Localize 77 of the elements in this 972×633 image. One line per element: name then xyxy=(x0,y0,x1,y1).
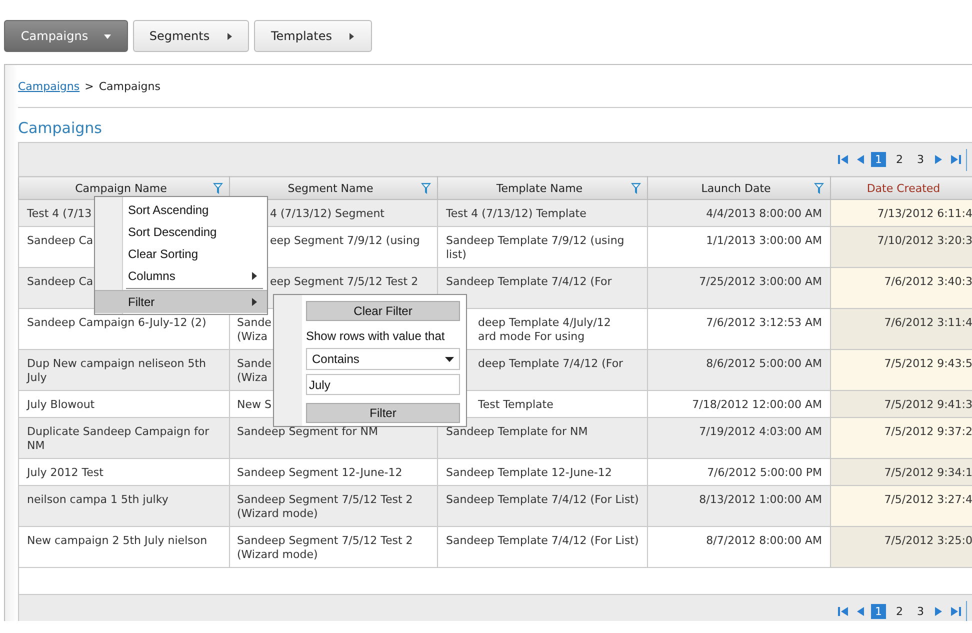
table-cell: 7/6/2012 3:40:3 xyxy=(830,268,972,308)
table-cell: Sandeep Segment 7/5/12 Test 2 (Wizard mode) xyxy=(230,526,438,568)
operator-dropdown[interactable]: Contains xyxy=(306,348,460,370)
column-header[interactable]: Launch Date xyxy=(648,176,830,200)
table-cell: 7/5/2012 9:43:5 xyxy=(830,350,972,390)
table-cell: Sandeep Template for NM xyxy=(438,418,648,458)
table-cell: 7/6/2012 3:12:53 AM xyxy=(648,308,830,350)
next-page-icon[interactable] xyxy=(934,154,944,165)
column-header[interactable]: Segment Name xyxy=(230,176,438,200)
filter-icon[interactable] xyxy=(421,182,431,194)
page-number[interactable]: 2 xyxy=(892,604,907,619)
page-number[interactable]: 3 xyxy=(913,152,928,167)
table-cell: 7/5/2012 9:41:3 xyxy=(830,390,972,418)
table-cell: Sandeep Segment 12-June-12 xyxy=(230,458,438,486)
page-number[interactable]: 1 xyxy=(871,152,886,167)
page-number[interactable]: 3 xyxy=(913,604,928,619)
last-page-icon[interactable] xyxy=(950,154,962,165)
breadcrumb-current: Campaigns xyxy=(98,80,160,95)
table-cell: Sandeep Template 7/4/12 (For List) xyxy=(438,526,648,568)
column-header[interactable]: Template Name xyxy=(438,176,648,200)
table-cell: 8/7/2012 8:00:00 AM xyxy=(648,526,830,568)
table-cell: 7/10/2012 3:20:3 xyxy=(830,226,972,268)
table-cell: Sandeep Template 7/4/12 (For List) xyxy=(438,486,648,526)
filter-value-field[interactable]: July xyxy=(306,374,460,395)
table-cell: 7/5/2012 9:37:2 xyxy=(830,418,972,458)
table-cell: Sandeep Template 7/9/12 (using list) xyxy=(438,226,648,268)
table-cell: July Blowout xyxy=(18,390,230,418)
table-cell: July 2012 Test xyxy=(18,458,230,486)
column-header[interactable]: Date Created xyxy=(830,176,972,200)
table-cell: 4/4/2013 8:00:00 AM xyxy=(648,200,830,226)
dropdown-caret-icon[interactable] xyxy=(445,356,454,362)
table-cell: 7/5/2012 9:34:1 xyxy=(830,458,972,486)
filter-icon[interactable] xyxy=(814,182,824,194)
page-title: Campaigns xyxy=(18,119,104,139)
table-cell: 7/6/2012 5:00:00 PM xyxy=(648,458,830,486)
table-cell: 7/5/2012 3:27:4 xyxy=(830,486,972,526)
nav-tab[interactable]: Templates xyxy=(254,20,372,52)
previous-page-icon[interactable] xyxy=(855,606,865,617)
breadcrumb-separator: > xyxy=(84,80,94,95)
page-number[interactable]: 1 xyxy=(871,604,886,619)
table-cell: 8/6/2012 5:00:00 AM xyxy=(648,350,830,390)
table-cell: neilson campa 1 5th julky xyxy=(18,486,230,526)
nav-tab[interactable]: Campaigns xyxy=(4,20,128,52)
nav-tab[interactable]: Segments xyxy=(133,20,249,52)
table-cell: New campaign 2 5th July nielson xyxy=(18,526,230,568)
submenu-arrow-icon[interactable] xyxy=(252,272,257,280)
caret-icon xyxy=(226,32,233,40)
table-cell: 7/5/2012 3:25:0 xyxy=(830,526,972,568)
table-cell: Sandeep Template 7/4/12 (For xyxy=(438,268,648,308)
page-number[interactable]: 2 xyxy=(892,152,907,167)
caret-icon xyxy=(348,32,355,40)
table-cell: Duplicate Sandeep Campaign for NM xyxy=(18,418,230,458)
table-cell: 1/1/2013 3:00:00 AM xyxy=(648,226,830,268)
table-cell: Dup New campaign neliseon 5th July xyxy=(18,350,230,390)
first-page-icon[interactable] xyxy=(837,154,849,165)
filter-icon[interactable] xyxy=(631,182,641,194)
column-header[interactable]: Campaign Name xyxy=(18,176,230,200)
table-cell: Test 4 (7/13/12) Template xyxy=(438,200,648,226)
table-cell: 7/25/2012 3:00:00 AM xyxy=(648,268,830,308)
table-cell: Sandeep Segment 7/5/12 Test 2 (Wizard mode) xyxy=(230,486,438,526)
clear-filter-button[interactable]: Clear Filter xyxy=(306,301,460,321)
table-cell: Sandeep Template 12-June-12 xyxy=(438,458,648,486)
table-cell: 7/6/2012 3:11:4 xyxy=(830,308,972,350)
filter-button[interactable]: Filter xyxy=(306,403,460,423)
first-page-icon[interactable] xyxy=(837,606,849,617)
menu-item[interactable]: Filter xyxy=(95,290,267,313)
table-cell: 7/13/2012 6:11:4 xyxy=(830,200,972,226)
table-cell: 7/18/2012 12:00:00 AM xyxy=(648,390,830,418)
last-page-icon[interactable] xyxy=(950,606,962,617)
table-cell: 7/19/2012 4:03:00 AM xyxy=(648,418,830,458)
table-cell: 8/13/2012 1:00:00 AM xyxy=(648,486,830,526)
breadcrumb-link[interactable]: Campaigns xyxy=(18,80,80,96)
previous-page-icon[interactable] xyxy=(855,154,865,165)
caret-icon xyxy=(104,32,112,40)
filter-icon[interactable] xyxy=(213,182,223,194)
next-page-icon[interactable] xyxy=(934,606,944,617)
submenu-arrow-icon[interactable] xyxy=(252,298,257,306)
